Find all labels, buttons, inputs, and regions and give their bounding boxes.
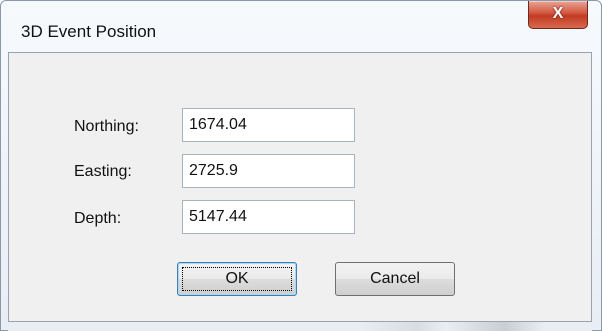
ok-button[interactable]: OK: [177, 262, 297, 296]
cancel-button[interactable]: Cancel: [335, 262, 455, 296]
depth-field[interactable]: 5147.44: [182, 200, 355, 234]
ok-button-label: OK: [225, 270, 249, 287]
easting-label: Easting:: [74, 163, 132, 180]
window-bottom-border: [8, 322, 592, 331]
dialog-client-area: Northing: 1674.04 Easting: 2725.9 Depth:…: [8, 52, 592, 322]
depth-label: Depth:: [74, 210, 122, 227]
northing-field[interactable]: 1674.04: [182, 108, 355, 142]
close-button[interactable]: X: [528, 1, 588, 29]
cancel-button-label: Cancel: [370, 270, 420, 287]
close-icon: X: [552, 5, 564, 22]
window-title: 3D Event Position: [21, 22, 157, 41]
easting-field[interactable]: 2725.9: [182, 154, 355, 188]
northing-label: Northing:: [74, 118, 139, 135]
